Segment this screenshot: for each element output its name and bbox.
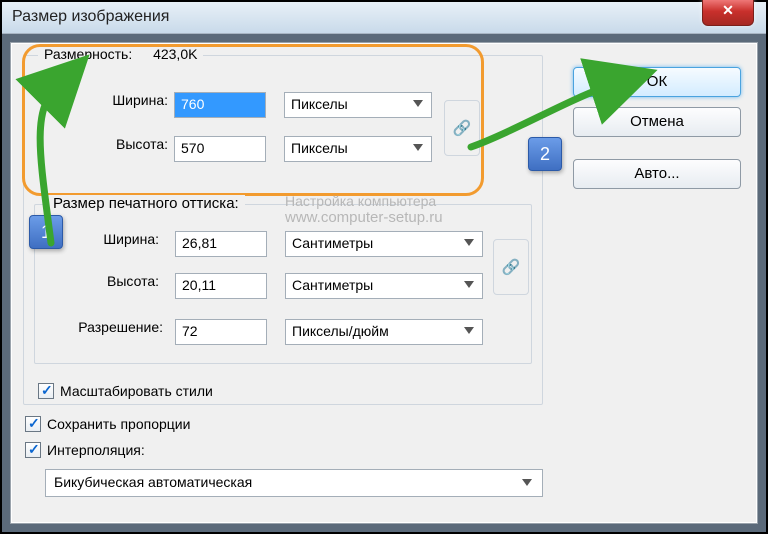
link-icon: 🔗 (453, 119, 472, 137)
print-width-unit-value: Сантиметры (292, 235, 373, 251)
pixel-dimensions-value: 423,0K (153, 46, 197, 62)
auto-button[interactable]: Авто... (573, 159, 741, 189)
pixel-dimensions-label: Размерность: (44, 46, 132, 62)
print-height-unit-value: Сантиметры (292, 277, 373, 293)
callout-1: 1 (29, 215, 63, 249)
print-size-group: Размер печатного оттиска: Настройка комп… (34, 204, 532, 364)
cancel-button[interactable]: Отмена (573, 107, 741, 137)
resolution-label: Разрешение: (43, 319, 163, 335)
width-unit-select[interactable]: Пикселы (284, 92, 432, 118)
width-input[interactable]: 760 (174, 92, 266, 118)
constrain-proportions-row: ✓ Сохранить пропорции (25, 413, 190, 435)
titlebar: Размер изображения ✕ (2, 2, 766, 34)
ok-button[interactable]: ОК (573, 67, 741, 97)
resolution-unit-select[interactable]: Пикселы/дюйм (285, 319, 483, 345)
constrain-link-icon[interactable]: 🔗 (444, 100, 480, 156)
print-width-unit-select[interactable]: Сантиметры (285, 231, 483, 257)
close-icon: ✕ (722, 2, 734, 18)
scale-styles-label: Масштабировать стили (60, 383, 213, 399)
scale-styles-checkbox[interactable]: ✓ (38, 383, 54, 399)
height-label: Высота: (64, 136, 168, 152)
scale-styles-row: ✓ Масштабировать стили (38, 380, 213, 402)
height-unit-value: Пикселы (291, 140, 348, 156)
print-constrain-link-icon[interactable]: 🔗 (493, 239, 529, 295)
interpolation-method-select[interactable]: Бикубическая автоматическая (45, 469, 543, 497)
width-label: Ширина: (64, 92, 168, 108)
check-icon: ✓ (28, 415, 40, 432)
interpolation-row: ✓ Интерполяция: (25, 439, 145, 461)
interpolation-method-value: Бикубическая автоматическая (54, 474, 252, 490)
chevron-down-icon (464, 327, 474, 334)
close-button[interactable]: ✕ (702, 0, 754, 26)
pixel-dimensions-group: Размерность: 423,0K Ширина: 760 Пикселы … (23, 55, 543, 405)
constrain-proportions-label: Сохранить пропорции (47, 416, 190, 432)
print-width-input[interactable]: 26,81 (175, 231, 267, 257)
check-icon: ✓ (41, 382, 53, 399)
print-height-unit-select[interactable]: Сантиметры (285, 273, 483, 299)
chevron-down-icon (464, 281, 474, 288)
width-unit-value: Пикселы (291, 96, 348, 112)
height-input[interactable]: 570 (174, 136, 266, 162)
pixel-dimensions-legend: Размерность: 423,0K (38, 46, 203, 63)
print-height-label: Высота: (55, 273, 159, 289)
chevron-down-icon (413, 100, 423, 107)
chevron-down-icon (464, 239, 474, 246)
height-unit-select[interactable]: Пикселы (284, 136, 432, 162)
link-icon: 🔗 (502, 258, 521, 276)
watermark-line1: Настройка компьютера (285, 193, 436, 209)
constrain-proportions-checkbox[interactable]: ✓ (25, 416, 41, 432)
interpolation-label: Интерполяция: (47, 442, 145, 458)
watermark-line2: www.computer-setup.ru (285, 209, 443, 226)
callout-2: 2 (528, 137, 562, 171)
dialog-body: Размерность: 423,0K Ширина: 760 Пикселы … (10, 42, 758, 524)
dialog-window: Размер изображения ✕ Размерность: 423,0K… (0, 0, 768, 534)
print-width-label: Ширина: (55, 231, 159, 247)
resolution-unit-value: Пикселы/дюйм (292, 323, 389, 339)
interpolation-checkbox[interactable]: ✓ (25, 442, 41, 458)
print-size-legend: Размер печатного оттиска: (47, 195, 245, 212)
window-title: Размер изображения (12, 8, 169, 26)
chevron-down-icon (522, 479, 532, 486)
resolution-input[interactable]: 72 (175, 319, 267, 345)
check-icon: ✓ (28, 441, 40, 458)
tutorial-highlight-box (22, 44, 484, 196)
print-height-input[interactable]: 20,11 (175, 273, 267, 299)
chevron-down-icon (413, 144, 423, 151)
